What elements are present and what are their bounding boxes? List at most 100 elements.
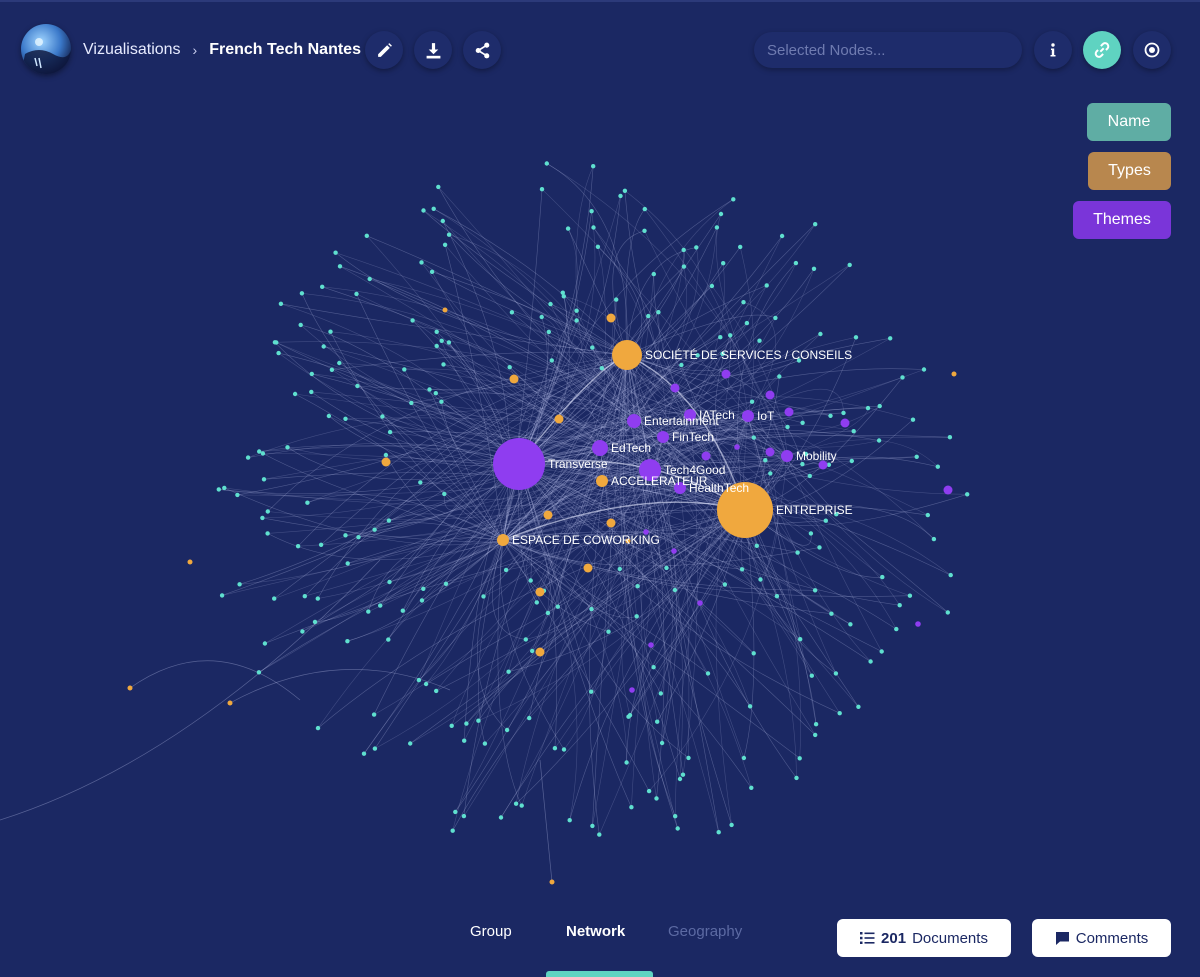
type-node[interactable]: [612, 340, 642, 370]
entity-node[interactable]: [534, 600, 539, 605]
type-node[interactable]: [509, 374, 519, 384]
entity-node[interactable]: [841, 410, 846, 416]
entity-node[interactable]: [439, 399, 444, 404]
entity-node[interactable]: [597, 832, 602, 837]
entity-node[interactable]: [498, 815, 504, 820]
entity-node[interactable]: [833, 671, 839, 676]
theme-node[interactable]: [765, 447, 775, 457]
entity-node[interactable]: [848, 622, 853, 627]
entity-node[interactable]: [548, 301, 553, 307]
entity-node[interactable]: [658, 691, 663, 696]
entity-node[interactable]: [728, 333, 733, 338]
entity-node[interactable]: [256, 670, 262, 675]
theme-node[interactable]: [915, 621, 921, 627]
entity-node[interactable]: [591, 225, 596, 230]
entity-node[interactable]: [364, 233, 369, 238]
entity-node[interactable]: [449, 723, 454, 728]
entity-node[interactable]: [446, 340, 452, 345]
entity-node[interactable]: [654, 796, 659, 801]
entity-node[interactable]: [235, 492, 240, 498]
entity-node[interactable]: [931, 536, 937, 542]
entity-node[interactable]: [751, 435, 756, 440]
documents-button[interactable]: 201 Documents: [837, 919, 1011, 957]
entity-node[interactable]: [453, 809, 458, 815]
entity-node[interactable]: [823, 518, 828, 523]
type-node[interactable]: [127, 685, 133, 691]
entity-node[interactable]: [646, 788, 652, 794]
entity-node[interactable]: [367, 276, 372, 282]
theme-node[interactable]: [765, 390, 775, 400]
entity-node[interactable]: [673, 814, 678, 819]
theme-node[interactable]: [648, 642, 654, 648]
entity-node[interactable]: [921, 367, 927, 372]
entity-node[interactable]: [260, 451, 266, 456]
entity-node[interactable]: [278, 301, 284, 306]
entity-node[interactable]: [356, 535, 361, 540]
entity-node[interactable]: [387, 579, 392, 585]
entity-node[interactable]: [421, 586, 426, 591]
entity-node[interactable]: [276, 350, 281, 356]
entity-node[interactable]: [694, 245, 699, 250]
entity-node[interactable]: [747, 704, 753, 709]
entity-node[interactable]: [741, 300, 746, 305]
entity-node[interactable]: [419, 598, 425, 603]
entity-node[interactable]: [847, 262, 852, 268]
entity-node[interactable]: [402, 367, 407, 372]
entity-node[interactable]: [312, 619, 318, 625]
entity-node[interactable]: [705, 671, 711, 676]
entity-node[interactable]: [421, 208, 426, 213]
selected-nodes-input[interactable]: [754, 32, 1022, 68]
entity-node[interactable]: [257, 449, 262, 454]
entity-node[interactable]: [527, 715, 532, 721]
comments-button[interactable]: Comments: [1032, 919, 1171, 957]
share-button[interactable]: [463, 31, 501, 69]
entity-node[interactable]: [785, 424, 790, 430]
entity-node[interactable]: [328, 329, 333, 334]
type-node[interactable]: [554, 414, 564, 424]
entity-node[interactable]: [345, 639, 350, 644]
entity-node[interactable]: [777, 374, 782, 379]
entity-node[interactable]: [618, 193, 623, 199]
entity-node[interactable]: [897, 603, 902, 608]
entity-node[interactable]: [361, 751, 367, 756]
entity-node[interactable]: [754, 543, 759, 548]
entity-node[interactable]: [635, 584, 640, 589]
entity-node[interactable]: [686, 755, 691, 761]
type-node[interactable]: [606, 313, 616, 323]
entity-node[interactable]: [383, 452, 389, 458]
entity-node[interactable]: [677, 776, 683, 782]
entity-node[interactable]: [925, 512, 930, 518]
entity-node[interactable]: [811, 266, 817, 271]
entity-node[interactable]: [797, 756, 802, 761]
theme-node[interactable]: [943, 485, 953, 495]
type-node[interactable]: [535, 647, 545, 657]
entity-node[interactable]: [574, 318, 579, 323]
entity-node[interactable]: [948, 572, 953, 578]
entity-node[interactable]: [315, 596, 320, 601]
entity-node[interactable]: [539, 314, 544, 320]
tab-group[interactable]: Group: [470, 923, 512, 940]
entity-node[interactable]: [423, 681, 429, 687]
entity-node[interactable]: [292, 391, 298, 397]
entity-node[interactable]: [549, 358, 554, 363]
entity-node[interactable]: [555, 604, 560, 609]
entity-node[interactable]: [441, 362, 446, 367]
entity-node[interactable]: [817, 545, 822, 550]
entity-node[interactable]: [366, 609, 371, 614]
entity-node[interactable]: [354, 291, 359, 297]
entity-node[interactable]: [634, 614, 639, 619]
entity-node[interactable]: [528, 578, 533, 583]
theme-node[interactable]: [592, 440, 608, 456]
entity-node[interactable]: [651, 271, 656, 277]
type-node[interactable]: [596, 475, 608, 487]
tab-network[interactable]: Network: [566, 923, 625, 940]
entity-node[interactable]: [894, 626, 899, 632]
entity-node[interactable]: [589, 209, 594, 214]
entity-node[interactable]: [513, 801, 519, 806]
entity-node[interactable]: [868, 659, 873, 664]
entity-node[interactable]: [503, 567, 509, 573]
entity-node[interactable]: [627, 713, 633, 718]
entity-node[interactable]: [900, 375, 905, 380]
entity-node[interactable]: [877, 403, 882, 409]
entity-node[interactable]: [807, 473, 812, 479]
